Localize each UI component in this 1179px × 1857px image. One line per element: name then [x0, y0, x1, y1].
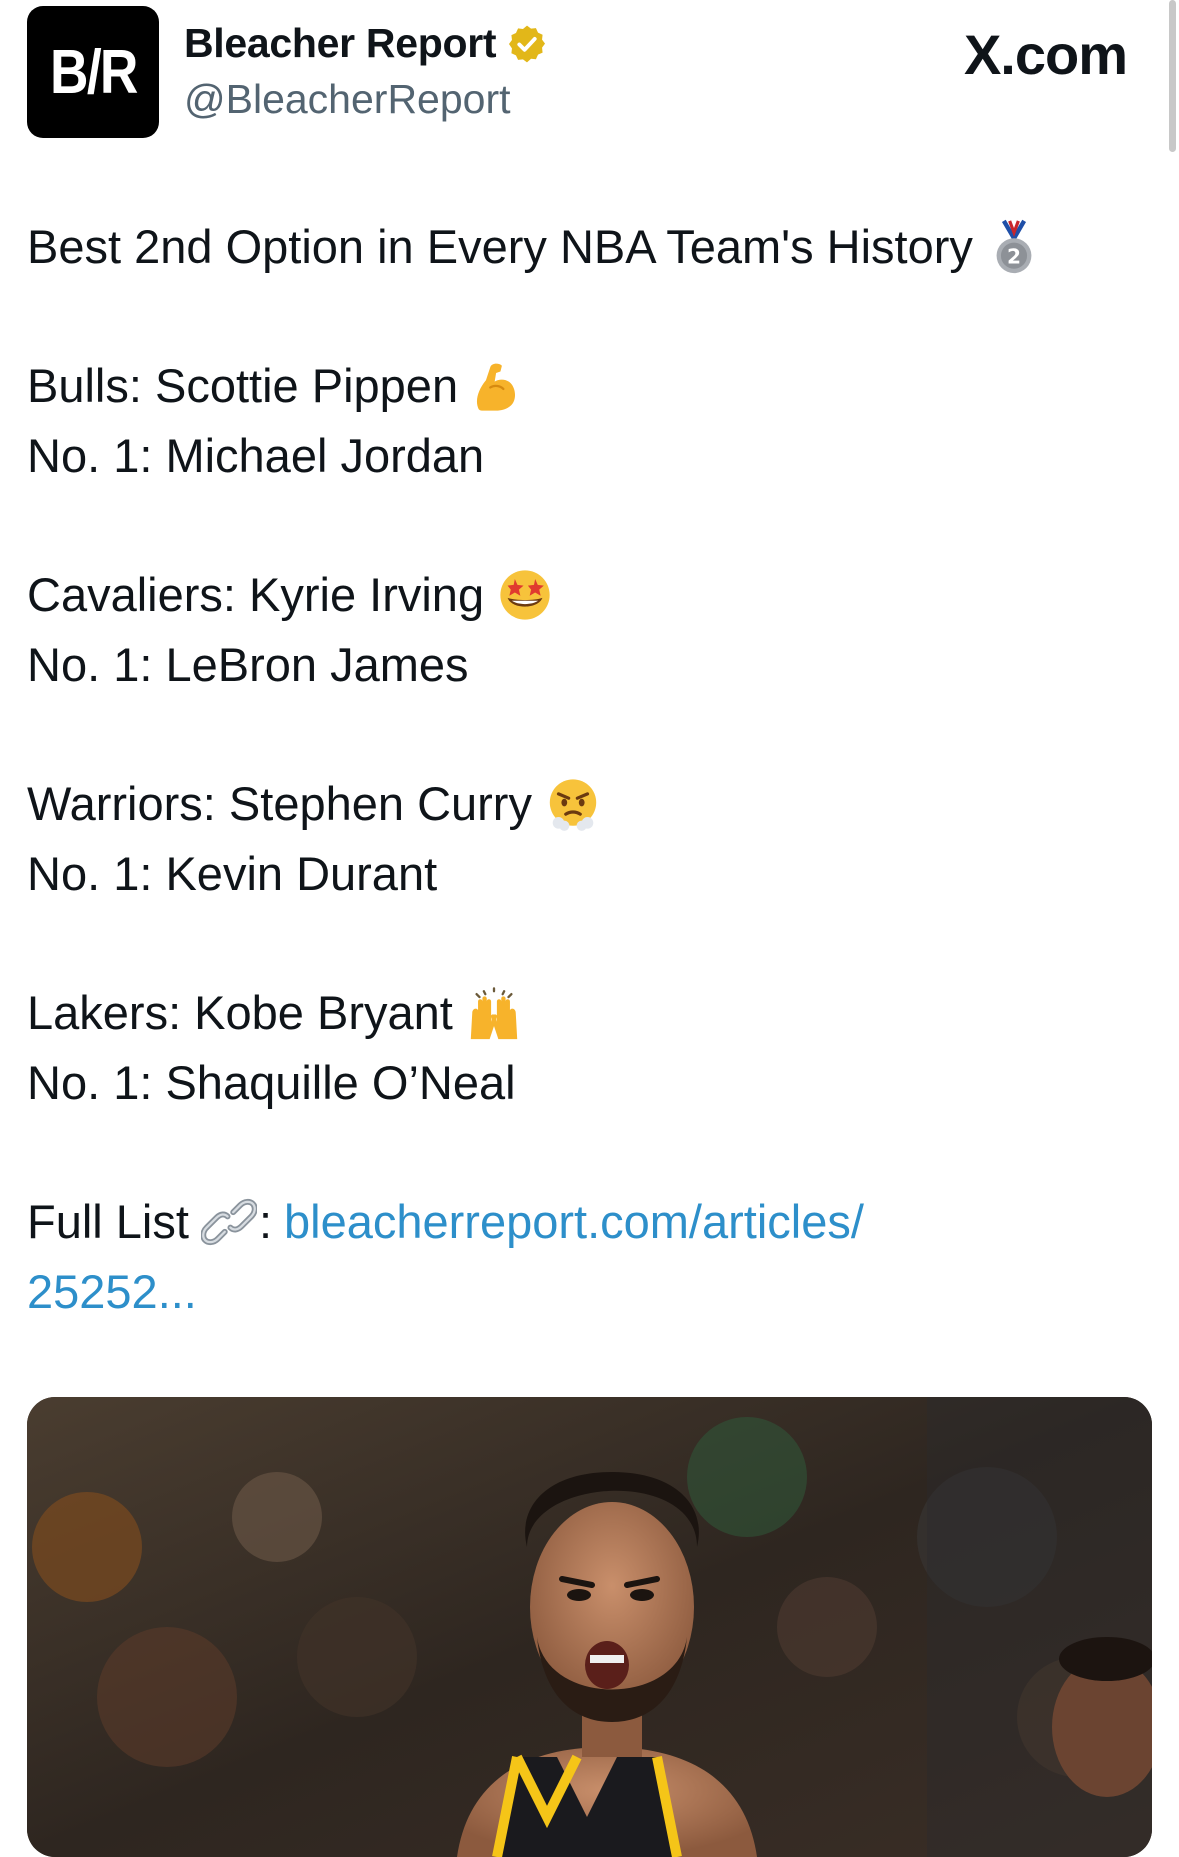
tweet-title-line: Best 2nd Option in Every NBA Team's Hist… — [27, 212, 1137, 282]
svg-text:2: 2 — [1007, 245, 1021, 269]
full-list-label: Full List — [27, 1195, 189, 1248]
entry-no1-line: No. 1: Kevin Durant — [27, 839, 1137, 909]
link-icon — [200, 1198, 257, 1246]
entry-no1-text: No. 1: Michael Jordan — [27, 429, 485, 482]
raising-hands-icon — [470, 987, 518, 1040]
second-place-medal-icon: 2 — [996, 219, 1032, 274]
entry-no1-line: No. 1: Shaquille O’Neal — [27, 1048, 1137, 1118]
basketball-player-photo — [27, 1397, 1152, 1857]
display-name[interactable]: Bleacher Report — [184, 20, 497, 67]
entry-team-text: Lakers: Kobe Bryant — [27, 986, 453, 1039]
avatar[interactable]: B/R — [27, 6, 159, 138]
tweet-header: B/R Bleacher Report @BleacherReport X.co… — [0, 0, 1179, 152]
tweet-text: Best 2nd Option in Every NBA Team's Hist… — [27, 212, 1137, 1327]
entry-no1-text: No. 1: LeBron James — [27, 638, 469, 691]
entry-team-line: Warriors: Stephen Curry — [27, 769, 1137, 839]
avatar-logo: B/R — [49, 37, 138, 107]
entry-team-line: Bulls: Scottie Pippen — [27, 351, 1137, 421]
full-list-colon: : — [258, 1195, 272, 1248]
tweet-media-photo[interactable] — [27, 1397, 1152, 1857]
article-link-continuation[interactable]: 25252... — [27, 1257, 197, 1327]
entry-no1-text: No. 1: Kevin Durant — [27, 847, 438, 900]
verified-badge-icon — [509, 25, 546, 62]
entry-team-text: Warriors: Stephen Curry — [27, 777, 532, 830]
link-continuation-line: 25252... — [27, 1257, 1137, 1327]
entry-no1-line: No. 1: LeBron James — [27, 630, 1137, 700]
entry-team-text: Cavaliers: Kyrie Irving — [27, 568, 485, 621]
name-row: Bleacher Report — [184, 20, 548, 67]
entry-team-line: Lakers: Kobe Bryant — [27, 978, 1137, 1048]
flexed-biceps-icon — [477, 363, 516, 411]
full-list-line: Full List : bleacherreport.com/articles/ — [27, 1187, 1137, 1257]
entry-team-text: Bulls: Scottie Pippen — [27, 359, 459, 412]
face-with-steam-icon — [549, 779, 597, 831]
scrollbar[interactable] — [1169, 0, 1176, 152]
x-com-watermark: X.com — [963, 23, 1128, 86]
entry-no1-text: No. 1: Shaquille O’Neal — [27, 1056, 516, 1109]
star-struck-face-icon — [500, 570, 550, 620]
article-link[interactable]: bleacherreport.com/articles/ — [284, 1187, 864, 1257]
tweet-title: Best 2nd Option in Every NBA Team's Hist… — [27, 220, 973, 273]
entry-no1-line: No. 1: Michael Jordan — [27, 421, 1137, 491]
entry-team-line: Cavaliers: Kyrie Irving — [27, 560, 1137, 630]
user-handle[interactable]: @BleacherReport — [184, 76, 511, 123]
